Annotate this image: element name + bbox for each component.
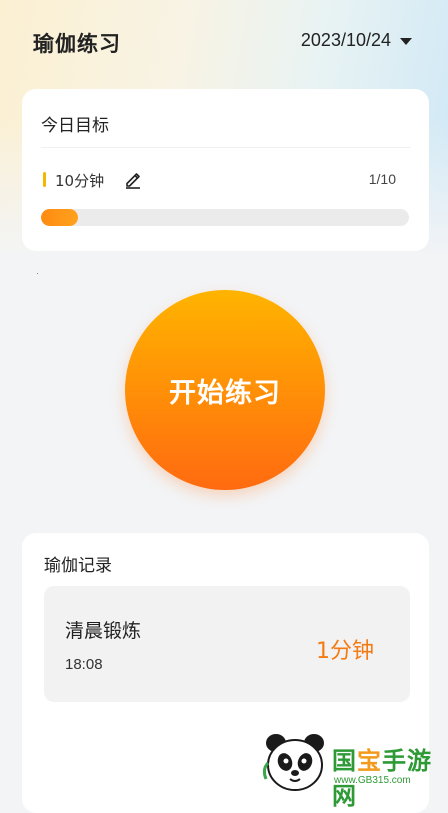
- goal-progress-fill: [41, 209, 78, 226]
- app-header: 瑜伽练习 2023/10/24: [0, 0, 448, 84]
- caret-down-icon: [400, 38, 412, 45]
- watermark: 国宝手游网 www.GB315.com: [262, 727, 448, 810]
- date-selector[interactable]: 2023/10/24: [301, 30, 412, 51]
- start-practice-button[interactable]: 开始练习: [125, 290, 325, 490]
- record-time: 18:08: [65, 656, 103, 673]
- record-name: 清晨锻炼: [65, 620, 142, 642]
- goal-marker: [43, 172, 46, 187]
- page-title: 瑜伽练习: [33, 32, 121, 56]
- watermark-url: www.GB315.com: [334, 775, 411, 786]
- record-item[interactable]: 清晨锻炼 18:08 1分钟: [44, 586, 410, 702]
- divider: [41, 147, 410, 148]
- goal-progress-count: 1/10: [368, 171, 396, 187]
- goal-title: 今日目标: [41, 116, 109, 136]
- edit-pencil-icon[interactable]: [123, 169, 143, 189]
- records-title: 瑜伽记录: [44, 556, 112, 576]
- start-practice-label: 开始练习: [169, 377, 281, 409]
- date-text: 2023/10/24: [300, 30, 391, 50]
- goal-value: 10分钟: [55, 172, 105, 190]
- watermark-guo: 国: [332, 747, 357, 775]
- stray-dot: [37, 273, 38, 274]
- goal-progress-bar: [41, 209, 409, 226]
- watermark-bao: 宝: [357, 747, 382, 775]
- panda-logo-icon: [262, 734, 324, 791]
- goal-row: 10分钟 1/10: [41, 169, 396, 191]
- daily-goal-card: 今日目标 10分钟 1/10: [22, 89, 429, 251]
- record-duration: 1分钟: [316, 639, 374, 664]
